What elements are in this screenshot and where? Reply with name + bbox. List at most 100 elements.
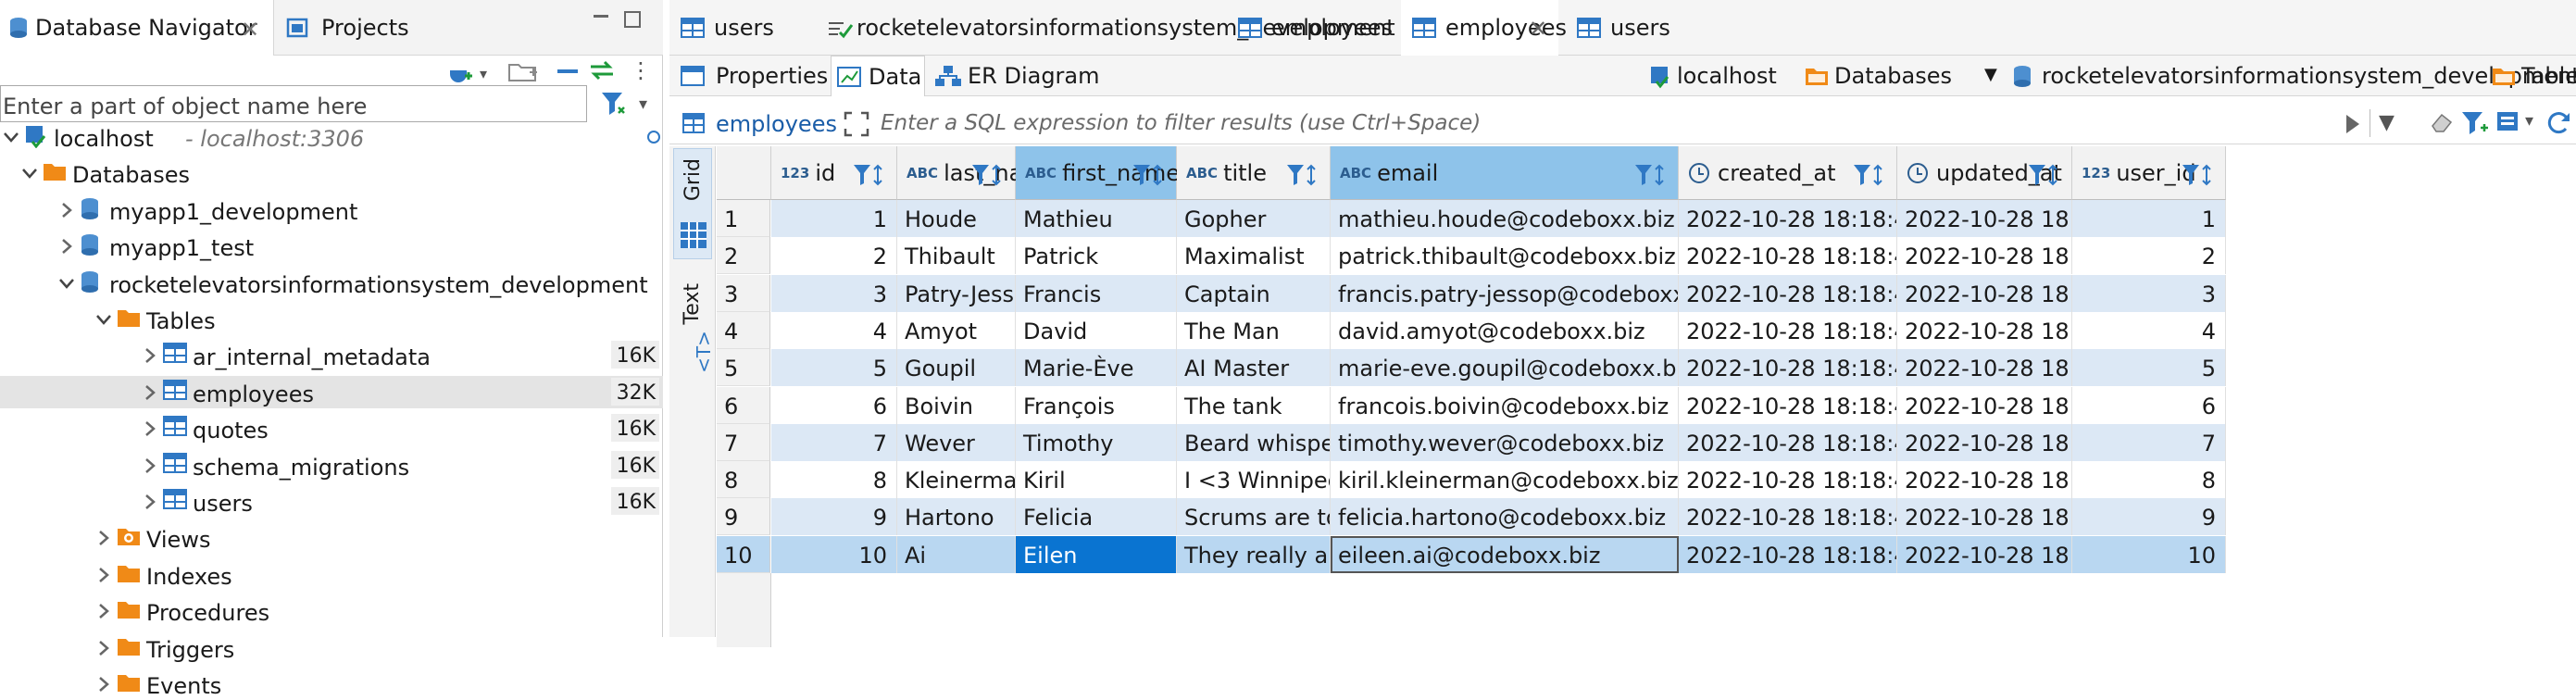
grid-cell-id[interactable]: 4 — [771, 311, 897, 349]
grid-cell-created-at[interactable]: 2022-10-28 18:18:45 — [1679, 349, 1897, 387]
tab-data[interactable]: Data — [831, 56, 925, 96]
grid-cell-id[interactable]: 6 — [771, 386, 897, 424]
column-header-user-id[interactable]: 123 user_id — [2072, 146, 2226, 200]
saved-filters-icon[interactable] — [2495, 109, 2523, 137]
grid-cell-email[interactable]: patrick.thibault@codeboxx.biz — [1331, 237, 1679, 275]
chevron-down-icon[interactable] — [57, 274, 76, 293]
chevron-down-icon[interactable] — [2, 128, 20, 146]
apply-filter-icon[interactable] — [2344, 113, 2362, 135]
grid-cell-id[interactable]: 10 — [771, 535, 897, 573]
chevron-right-icon[interactable] — [94, 639, 113, 657]
grid-cell-first-name[interactable]: Mathieu — [1016, 200, 1177, 237]
refresh-icon[interactable] — [2545, 109, 2573, 137]
filter-funnel-icon[interactable] — [2460, 109, 2490, 137]
editor-tab[interactable]: rocketelevatorsinformationsystem_develop… — [816, 0, 1395, 56]
row-number[interactable]: 7 — [717, 423, 770, 461]
row-number[interactable]: 4 — [717, 311, 770, 349]
chevron-right-icon[interactable] — [141, 493, 159, 511]
grid-cell-email[interactable]: david.amyot@codeboxx.biz — [1331, 311, 1679, 349]
grid-cell-updated-at[interactable]: 2022-10-28 18:18:44 — [1897, 200, 2072, 237]
clear-filter-icon[interactable] — [2429, 109, 2457, 137]
row-number[interactable]: 5 — [717, 349, 770, 387]
breadcrumb-tables[interactable]: Tables — [2521, 65, 2576, 87]
grid-cell-first-name[interactable]: Timothy — [1016, 423, 1177, 461]
tree-node[interactable]: Views — [0, 521, 663, 554]
grid-cell-updated-at[interactable]: 2022-10-28 18:18:46 — [1897, 461, 2072, 499]
grid-cell-id[interactable]: 3 — [771, 274, 897, 312]
grid-cell-updated-at[interactable]: 2022-10-28 18:18:44 — [1897, 237, 2072, 275]
grid-cell-created-at[interactable]: 2022-10-28 18:18:45 — [1679, 423, 1897, 461]
row-number[interactable]: 8 — [717, 461, 770, 499]
tree-node[interactable]: ar_internal_metadata 16K — [0, 339, 663, 371]
editor-tab[interactable]: users — [1566, 0, 1686, 56]
column-filter-icon[interactable] — [1852, 163, 1889, 187]
chevron-right-icon[interactable] — [94, 602, 113, 620]
row-number[interactable]: 2 — [717, 237, 770, 275]
grid-cell-created-at[interactable]: 2022-10-28 18:18:44 — [1679, 237, 1897, 275]
grid-cell-email[interactable]: francis.patry-jessop@codeboxx.biz — [1331, 274, 1679, 312]
grid-cell-first-name[interactable]: Eilen — [1016, 535, 1177, 573]
tree-node[interactable]: Databases — [0, 156, 663, 189]
grid-cell-user-id[interactable]: 5 — [2072, 349, 2226, 387]
tree-node[interactable]: schema_migrations 16K — [0, 449, 663, 481]
grid-cell-title[interactable]: The Man — [1177, 311, 1331, 349]
maximize-icon[interactable] — [622, 9, 643, 30]
grid-cell-last-name[interactable]: Amyot — [897, 311, 1016, 349]
view-menu-icon[interactable]: ⋮ — [630, 57, 652, 83]
grid-cell-last-name[interactable]: Kleinerman — [897, 461, 1016, 499]
grid-cell-email[interactable]: kiril.kleinerman@codeboxx.biz — [1331, 461, 1679, 499]
close-icon[interactable]: ✕ — [1529, 16, 1547, 42]
chevron-down-icon[interactable] — [20, 164, 39, 182]
grid-cell-created-at[interactable]: 2022-10-28 18:18:46 — [1679, 535, 1897, 573]
grid-cell-first-name[interactable]: Francis — [1016, 274, 1177, 312]
grid-cell-first-name[interactable]: Felicia — [1016, 498, 1177, 536]
filter-dropdown-icon[interactable]: ▾ — [639, 94, 647, 114]
column-filter-icon[interactable] — [852, 163, 889, 187]
grid-cell-email[interactable]: francois.boivin@codeboxx.biz — [1331, 386, 1679, 424]
filter-history-icon[interactable]: ▼ — [2379, 111, 2395, 134]
expand-filter-icon[interactable] — [844, 111, 869, 137]
breadcrumb-host[interactable]: localhost — [1677, 65, 1777, 87]
grid-cell-created-at[interactable]: 2022-10-28 18:18:45 — [1679, 386, 1897, 424]
grid-cell-email[interactable]: eileen.ai@codeboxx.biz — [1331, 535, 1679, 573]
grid-cell-email[interactable]: mathieu.houde@codeboxx.biz — [1331, 200, 1679, 237]
tab-database-navigator[interactable]: Database Navigator ✕ — [0, 0, 274, 56]
grid-cell-created-at[interactable]: 2022-10-28 18:18:45 — [1679, 311, 1897, 349]
tab-properties[interactable]: Properties — [669, 56, 828, 96]
column-filter-icon[interactable] — [1633, 163, 1670, 187]
grid-cell-updated-at[interactable]: 2022-10-28 18:18:46 — [1897, 498, 2072, 536]
tree-node[interactable]: quotes 16K — [0, 412, 663, 444]
chevron-right-icon[interactable] — [141, 346, 159, 365]
new-folder-icon[interactable] — [507, 59, 539, 83]
collapse-all-icon[interactable] — [556, 61, 580, 81]
sql-filter-input[interactable]: Enter a SQL expression to filter results… — [879, 106, 2295, 139]
grid-cell-title[interactable]: I <3 Winnipeg — [1177, 461, 1331, 499]
close-icon[interactable]: ✕ — [241, 17, 259, 43]
grid-corner[interactable] — [717, 146, 771, 200]
grid-cell-user-id[interactable]: 7 — [2072, 423, 2226, 461]
chevron-right-icon[interactable] — [141, 456, 159, 475]
grid-cell-title[interactable]: Scrums are to — [1177, 498, 1331, 536]
chevron-right-icon[interactable] — [94, 566, 113, 584]
column-header-id[interactable]: 123 id — [771, 146, 897, 200]
grid-cell-email[interactable]: marie-eve.goupil@codeboxx.biz — [1331, 349, 1679, 387]
row-number[interactable]: 10 — [717, 535, 770, 573]
tree-node[interactable]: Indexes — [0, 558, 663, 591]
column-filter-icon[interactable] — [2181, 163, 2218, 187]
grid-cell-user-id[interactable]: 2 — [2072, 237, 2226, 275]
grid-cell-user-id[interactable]: 1 — [2072, 200, 2226, 237]
grid-cell-last-name[interactable]: Ai — [897, 535, 1016, 573]
grid-cell-title[interactable]: AI Master — [1177, 349, 1331, 387]
column-header-title[interactable]: ABC title — [1177, 146, 1331, 200]
tree-node[interactable]: rocketelevatorsinformationsystem_develop… — [0, 267, 663, 299]
grid-cell-last-name[interactable]: Goupil — [897, 349, 1016, 387]
grid-cell-last-name[interactable]: Wever — [897, 423, 1016, 461]
tab-projects[interactable]: Projects — [282, 0, 560, 56]
grid-cell-title[interactable]: Beard whispe — [1177, 423, 1331, 461]
tab-grid[interactable]: Grid — [673, 148, 712, 259]
grid-cell-email[interactable]: timothy.wever@codeboxx.biz — [1331, 423, 1679, 461]
column-header-created-at[interactable]: created_at — [1679, 146, 1897, 200]
grid-cell-id[interactable]: 7 — [771, 423, 897, 461]
grid-cell-created-at[interactable]: 2022-10-28 18:18:46 — [1679, 461, 1897, 499]
minimize-icon[interactable] — [591, 9, 611, 30]
